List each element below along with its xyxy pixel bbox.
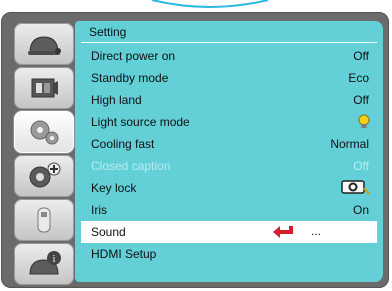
sidebar: i bbox=[14, 23, 74, 285]
menu-title: Setting bbox=[89, 25, 127, 39]
return-arrow-icon bbox=[273, 226, 293, 238]
top-swoosh-decoration bbox=[151, 0, 269, 8]
tab-setting[interactable] bbox=[14, 111, 74, 153]
key-lock-icon bbox=[341, 180, 370, 195]
tab-extended[interactable] bbox=[14, 155, 74, 197]
menu-item-label: Sound bbox=[91, 225, 126, 239]
menu-item-key-lock[interactable]: Key lock bbox=[81, 177, 377, 199]
setting-gear-icon bbox=[30, 120, 59, 145]
menu-item-sound[interactable]: Sound ... bbox=[81, 221, 377, 243]
image-adjust-icon bbox=[28, 36, 61, 55]
menu-item-label: Standby mode bbox=[91, 71, 169, 85]
menu-item-label: Cooling fast bbox=[91, 137, 155, 151]
menu-item-label: High land bbox=[91, 93, 142, 107]
menu-item-label: HDMI Setup bbox=[91, 247, 157, 261]
svg-text:i: i bbox=[53, 254, 56, 265]
menu-item-closed-caption: Closed caption Off bbox=[81, 155, 377, 177]
tab-info[interactable]: i bbox=[14, 243, 74, 285]
menu-item-iris[interactable]: Iris On bbox=[81, 199, 377, 221]
usb-icon bbox=[37, 207, 51, 233]
menu-item-direct-power-on[interactable]: Direct power on Off bbox=[81, 45, 377, 67]
menu-item-high-land[interactable]: High land Off bbox=[81, 89, 377, 111]
menu-item-light-source-mode[interactable]: Light source mode bbox=[81, 111, 377, 133]
menu-item-label: Direct power on bbox=[91, 49, 176, 63]
menu-item-label: Closed caption bbox=[91, 159, 171, 173]
menu-item-value: Eco bbox=[348, 71, 369, 85]
menu-item-value: On bbox=[352, 203, 369, 217]
title-divider bbox=[81, 42, 377, 43]
menu-item-standby-mode[interactable]: Standby mode Eco bbox=[81, 67, 377, 89]
menu-item-label: Key lock bbox=[91, 181, 137, 195]
menu-item-value: ... bbox=[311, 224, 322, 238]
tab-image-adjust[interactable] bbox=[14, 23, 74, 65]
setting-panel: Setting Direct power on Off Standby mode… bbox=[75, 21, 383, 282]
extended-gear-icon bbox=[29, 162, 61, 188]
tab-usb[interactable] bbox=[14, 199, 74, 241]
menu-item-cooling-fast[interactable]: Cooling fast Normal bbox=[81, 133, 377, 155]
menu-item-value: Normal bbox=[330, 137, 369, 151]
menu-item-label: Iris bbox=[91, 203, 107, 217]
menu-item-label: Light source mode bbox=[91, 115, 190, 129]
lightbulb-icon bbox=[358, 114, 370, 128]
tab-display[interactable] bbox=[14, 67, 74, 109]
menu-item-value: Off bbox=[353, 159, 369, 173]
menu-item-hdmi-setup[interactable]: HDMI Setup bbox=[81, 243, 377, 265]
menu-item-value: Off bbox=[353, 49, 369, 63]
display-icon bbox=[31, 78, 58, 98]
menu-item-value: Off bbox=[353, 93, 369, 107]
info-icon: i bbox=[29, 251, 61, 275]
